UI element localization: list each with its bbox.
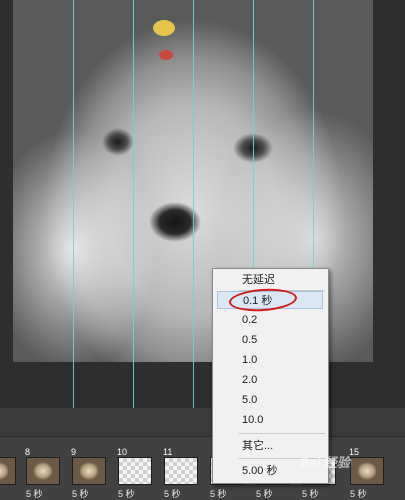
- timeline-frame[interactable]: 9 5 秒: [68, 442, 108, 500]
- hair-tie-red: [159, 50, 173, 60]
- frame-thumbnail: [350, 457, 384, 485]
- frame-delay[interactable]: 5 秒: [26, 487, 43, 500]
- frame-thumbnail: [0, 457, 16, 485]
- frame-delay[interactable]: 5 秒: [72, 487, 89, 500]
- frame-thumbnail: [26, 457, 60, 485]
- menu-item-5-0[interactable]: 5.0: [217, 391, 323, 409]
- menu-item-2-0[interactable]: 2.0: [217, 371, 323, 389]
- frame-thumbnail: [118, 457, 152, 485]
- timeline-frame[interactable]: 10 5 秒: [114, 442, 154, 500]
- menu-item-0-5[interactable]: 0.5: [217, 331, 323, 349]
- hair-tie-yellow: [153, 20, 175, 36]
- frame-delay[interactable]: 5 秒: [302, 487, 319, 500]
- timeline-scrollbar[interactable]: [0, 408, 405, 437]
- guide-line[interactable]: [73, 0, 74, 408]
- menu-item-0-2[interactable]: 0.2: [217, 311, 323, 329]
- frame-delay[interactable]: 5 秒: [118, 487, 135, 500]
- watermark: Bai 经验: [300, 455, 350, 470]
- frame-thumbnail: [72, 457, 106, 485]
- frame-delay[interactable]: 5 秒: [164, 487, 181, 500]
- document-canvas: [0, 0, 405, 410]
- frame-number: 10: [117, 447, 128, 457]
- frame-delay[interactable]: 5 秒: [350, 487, 367, 500]
- menu-item-1-0[interactable]: 1.0: [217, 351, 323, 369]
- menu-item-10-0[interactable]: 10.0: [217, 411, 323, 429]
- timeline-frame[interactable]: 8 5 秒: [22, 442, 62, 500]
- timeline-frame[interactable]: 5 秒: [0, 442, 18, 498]
- frame-thumbnail: [164, 457, 198, 485]
- menu-item-no-delay[interactable]: 无延迟: [217, 271, 323, 289]
- menu-separator: [239, 433, 325, 434]
- guide-line[interactable]: [133, 0, 134, 408]
- frame-delay[interactable]: 5 秒: [210, 487, 227, 500]
- frame-number: 15: [349, 447, 360, 457]
- guide-line[interactable]: [193, 0, 194, 408]
- frame-number: 9: [71, 447, 77, 457]
- timeline-frame[interactable]: 11 5 秒: [160, 442, 200, 500]
- frame-delay[interactable]: 5 秒: [256, 487, 273, 500]
- frame-number: 11: [163, 447, 173, 457]
- timeline-frame[interactable]: 15 5 秒: [346, 442, 386, 500]
- frame-number: 8: [25, 447, 31, 457]
